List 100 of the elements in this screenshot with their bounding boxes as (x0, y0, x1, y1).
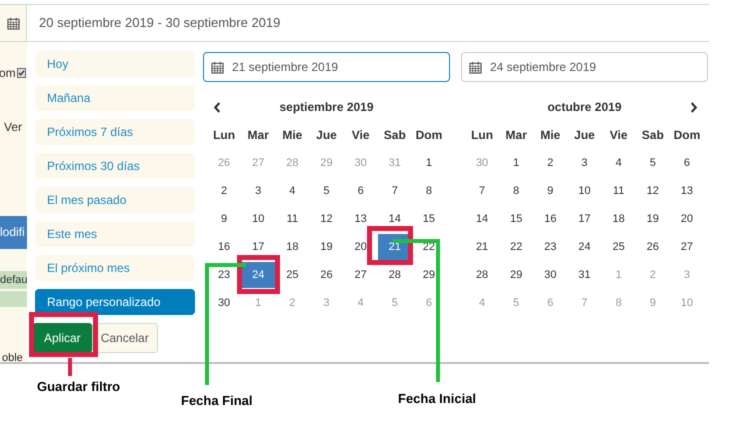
range-option[interactable]: Rango personalizado (35, 289, 195, 315)
calendar-day[interactable]: 2 (547, 154, 554, 172)
calendar-day[interactable]: 30 (544, 266, 556, 284)
calendar-day[interactable]: 25 (286, 266, 298, 284)
calendar-icon (211, 60, 224, 74)
calendar-day[interactable]: 24 (578, 238, 591, 256)
annotation-label: Fecha Final (181, 392, 253, 410)
calendar-day[interactable]: 26 (646, 238, 659, 256)
annotation-label: Fecha Inicial (398, 390, 476, 408)
apply-button[interactable]: Aplicar (33, 323, 92, 353)
calendar-day[interactable]: 31 (578, 266, 591, 284)
table-cell: defau (0, 271, 27, 289)
calendar-day[interactable]: 13 (354, 210, 367, 228)
calendar-day[interactable]: 18 (286, 238, 298, 256)
calendar-day[interactable]: 17 (252, 238, 264, 256)
range-option[interactable]: Próximos 30 días (35, 153, 195, 179)
weekday-label: Dom (674, 127, 700, 144)
calendar-day[interactable]: 9 (547, 182, 554, 200)
calendar-day[interactable]: 11 (286, 210, 298, 228)
weekday-label: Sab (642, 127, 664, 144)
calendar-day[interactable]: 10 (578, 182, 591, 200)
calendar-day[interactable]: 3 (581, 154, 588, 172)
range-option[interactable]: Hoy (35, 51, 195, 77)
next-month-icon[interactable] (689, 100, 698, 114)
calendar-day[interactable]: 27 (354, 266, 367, 284)
calendar-day[interactable]: 21 (476, 238, 488, 256)
calendar-day[interactable]: 28 (476, 266, 488, 284)
calendar-day[interactable]: 1 (426, 154, 432, 172)
calendar-day[interactable]: 15 (422, 210, 436, 228)
calendar-icon (469, 60, 482, 74)
label-text: Ver (4, 119, 24, 136)
calendar-day[interactable]: 12 (646, 182, 659, 200)
calendar-day[interactable]: 27 (680, 238, 694, 256)
calendar-day[interactable]: 29 (422, 266, 436, 284)
date-range-field[interactable]: 20 septiembre 2019 - 30 septiembre 2019 (39, 13, 280, 33)
calendar-day[interactable]: 8 (513, 182, 520, 200)
calendar-day[interactable]: 23 (544, 238, 556, 256)
weekday-label: Mie (540, 127, 560, 144)
highlight-box (29, 312, 98, 357)
calendar-day[interactable]: 5 (323, 182, 330, 200)
calendar-day[interactable]: 30 (218, 294, 230, 312)
previous-month-icon[interactable] (213, 100, 222, 114)
table-row (0, 291, 27, 307)
weekday-label: Jue (574, 127, 595, 144)
calendar-day[interactable]: 15 (510, 210, 522, 228)
calendar-day[interactable]: 16 (544, 210, 556, 228)
calendar-day[interactable]: 2 (221, 182, 228, 200)
weekday-label: Mar (248, 127, 269, 144)
calendar-day[interactable]: 25 (612, 238, 625, 256)
calendar-day[interactable]: 6 (684, 154, 690, 172)
calendar-day[interactable]: 22 (510, 238, 522, 256)
calendar-day[interactable]: 28 (388, 266, 401, 284)
calendar-day[interactable]: 7 (479, 182, 486, 200)
weekday-label: Mie (282, 127, 302, 144)
date-input-field[interactable]: 24 septiembre 2019 (461, 52, 708, 82)
range-option[interactable]: Este mes (35, 221, 195, 247)
range-option[interactable]: El próximo mes (35, 255, 195, 281)
calendar-day[interactable]: 24 (242, 262, 275, 288)
calendar-day[interactable]: 7 (392, 182, 398, 200)
calendar-day[interactable]: 4 (289, 182, 296, 200)
calendar-day[interactable]: 13 (680, 182, 694, 200)
month-title: octubre 2019 (547, 99, 622, 116)
checkbox[interactable] (16, 68, 26, 78)
calendar-day[interactable]: 19 (646, 210, 659, 228)
weekday-label: Mar (506, 127, 527, 144)
range-option[interactable]: Mañana (35, 85, 195, 111)
calendar-icon[interactable] (6, 16, 20, 30)
weekday-label: Lun (471, 127, 494, 144)
calendar-day[interactable]: 12 (320, 210, 333, 228)
calendar-day[interactable]: 14 (476, 210, 488, 228)
calendar-day[interactable]: 20 (680, 210, 694, 228)
calendar-day[interactable]: 6 (358, 182, 364, 200)
calendar-day[interactable]: 16 (218, 238, 230, 256)
weekday-label: Vie (352, 127, 370, 144)
calendar-day[interactable]: 17 (578, 210, 591, 228)
modify-button[interactable]: lodifi (0, 216, 27, 249)
calendar-day[interactable]: 26 (320, 266, 333, 284)
calendar-day[interactable]: 5 (650, 154, 656, 172)
calendar-day[interactable]: 9 (221, 210, 228, 228)
table-cell-text: oble (2, 351, 23, 366)
annotation-label: Guardar filtro (37, 378, 120, 396)
calendar-day[interactable]: 8 (426, 182, 432, 200)
month-title: septiembre 2019 (279, 99, 374, 116)
calendar-day[interactable]: 19 (320, 238, 333, 256)
calendar-day[interactable]: 18 (612, 210, 625, 228)
weekday-label: Sab (384, 127, 406, 144)
calendar-day[interactable]: 23 (218, 266, 230, 284)
range-option[interactable]: El mes pasado (35, 187, 195, 213)
calendar-day[interactable]: 4 (616, 154, 622, 172)
date-input-field[interactable]: 21 septiembre 2019 (203, 52, 450, 82)
calendar-day[interactable]: 10 (252, 210, 264, 228)
calendar-day[interactable]: 3 (255, 182, 262, 200)
calendar-day[interactable]: 20 (354, 238, 367, 256)
highlight-box (367, 226, 413, 265)
range-option[interactable]: Próximos 7 días (35, 119, 195, 145)
calendar-day[interactable]: 14 (388, 210, 401, 228)
calendar-day[interactable]: 1 (513, 154, 520, 172)
calendar-day[interactable]: 29 (510, 266, 522, 284)
calendar-day[interactable]: 11 (612, 182, 624, 200)
cancel-button[interactable]: Cancelar (92, 323, 158, 353)
